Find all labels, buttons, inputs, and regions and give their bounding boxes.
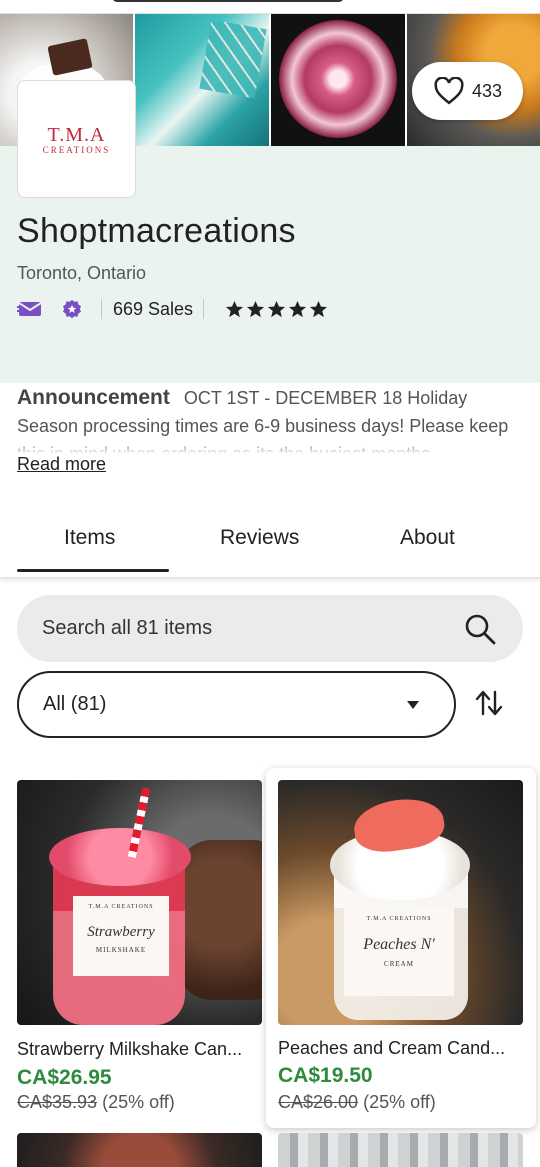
- product-label: T.M.A CREATIONS Peaches N' CREAM: [344, 908, 454, 996]
- logo-subtitle: CREATIONS: [42, 144, 111, 155]
- label-brand: T.M.A CREATIONS: [88, 904, 154, 910]
- listing-original-price-row: CA$26.00 (25% off): [278, 1092, 436, 1113]
- shop-name: Shoptmacreations: [17, 212, 296, 250]
- logo-wordmark: T.M.A: [47, 123, 106, 146]
- sort-icon[interactable]: [474, 688, 504, 718]
- star-seller-icon[interactable]: [59, 299, 85, 319]
- listing-price: CA$26.95: [17, 1066, 112, 1089]
- category-selected: All (81): [43, 693, 107, 715]
- heart-icon: [434, 77, 464, 105]
- shop-location: Toronto, Ontario: [17, 263, 147, 283]
- announcement: Announcement OCT 1ST - DECEMBER 18 Holida…: [17, 384, 527, 454]
- listing-original-price: CA$26.00: [278, 1092, 359, 1112]
- label-subname: CREAM: [384, 960, 414, 968]
- tab-reviews[interactable]: Reviews: [220, 526, 299, 550]
- announcement-title: Announcement: [17, 386, 170, 409]
- label-subname: MILKSHAKE: [95, 946, 147, 954]
- star-icon: [268, 300, 286, 317]
- listing-image-partial[interactable]: [278, 1133, 523, 1167]
- sales-count: 669 Sales: [113, 298, 194, 319]
- message-icon[interactable]: [17, 299, 43, 319]
- banner-image-3: [271, 14, 405, 146]
- divider: [101, 299, 102, 319]
- listing-price: CA$19.50: [278, 1064, 373, 1087]
- banner-image-2: [135, 14, 269, 146]
- chevron-down-icon: [407, 700, 419, 709]
- tab-items[interactable]: Items: [64, 526, 115, 550]
- shop-tabs: Items Reviews About: [0, 504, 540, 578]
- search-input[interactable]: Search all 81 items: [17, 595, 523, 662]
- top-strip: [0, 0, 540, 14]
- listing-card[interactable]: T.M.A CREATIONS Strawberry MILKSHAKE Str…: [17, 780, 263, 1113]
- tab-about[interactable]: About: [400, 526, 455, 550]
- star-icon: [310, 300, 328, 317]
- favorite-count: 433: [472, 80, 503, 101]
- read-more-link[interactable]: Read more: [17, 454, 106, 475]
- label-brand: T.M.A CREATIONS: [366, 916, 432, 922]
- shop-meta-row: 669 Sales: [17, 296, 328, 322]
- category-select[interactable]: All (81): [17, 671, 456, 738]
- label-name: Peaches N': [363, 936, 435, 953]
- shop-logo[interactable]: T.M.A CREATIONS: [17, 80, 136, 198]
- listing-title[interactable]: Strawberry Milkshake Can...: [17, 1039, 263, 1060]
- listing-title[interactable]: Peaches and Cream Cand...: [278, 1038, 505, 1059]
- listing-image-partial[interactable]: [17, 1133, 262, 1167]
- favorite-shop-button[interactable]: 433: [412, 62, 523, 120]
- divider: [203, 299, 205, 319]
- label-name: Strawberry: [87, 924, 155, 940]
- product-label: T.M.A CREATIONS Strawberry MILKSHAKE: [73, 896, 169, 976]
- listing-original-price: CA$35.93: [17, 1092, 98, 1112]
- shop-rating[interactable]: [225, 300, 328, 319]
- search-icon[interactable]: [463, 612, 497, 646]
- image-whipped-cream: [49, 828, 191, 886]
- star-icon: [226, 300, 244, 317]
- listing-image[interactable]: T.M.A CREATIONS Strawberry MILKSHAKE: [17, 780, 262, 1025]
- listing-original-price-row: CA$35.93 (25% off): [17, 1092, 263, 1113]
- listing-card[interactable]: T.M.A CREATIONS Peaches N' CREAM Peaches…: [266, 768, 536, 1128]
- star-icon: [289, 300, 307, 317]
- active-tab-indicator: [17, 569, 169, 572]
- listing-discount: (25% off): [102, 1092, 175, 1112]
- search-placeholder: Search all 81 items: [42, 617, 213, 639]
- star-icon: [247, 300, 265, 317]
- listing-image[interactable]: T.M.A CREATIONS Peaches N' CREAM: [278, 780, 523, 1025]
- listing-discount: (25% off): [363, 1092, 436, 1112]
- top-bar-fragment: [112, 0, 344, 2]
